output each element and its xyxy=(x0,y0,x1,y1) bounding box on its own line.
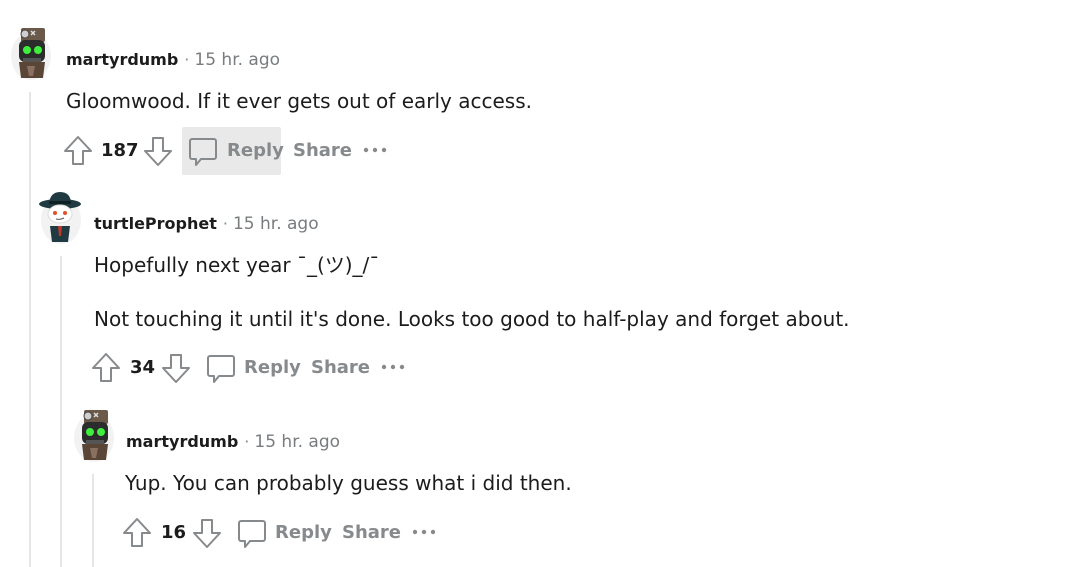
comment-body-paragraph-2: Not touching it until it's done. Looks t… xyxy=(94,307,850,331)
author-name[interactable]: martyrdumb xyxy=(126,432,238,451)
share-button[interactable]: Share xyxy=(293,127,352,175)
comment-actions: 34 Reply Share xyxy=(84,344,444,392)
more-options-button[interactable] xyxy=(379,344,409,392)
downvote-button[interactable] xyxy=(191,509,223,557)
robot-knight-icon xyxy=(11,28,51,80)
comment-meta: martyrdumb · 15 hr. ago xyxy=(66,50,280,70)
reply-button[interactable]: Reply xyxy=(182,127,284,175)
upvote-arrow-icon xyxy=(64,136,92,165)
comment-bubble-icon xyxy=(189,138,217,166)
share-button[interactable]: Share xyxy=(342,509,401,557)
author-name[interactable]: martyrdumb xyxy=(66,50,178,69)
comment-martyrdumb-2: martyrdumb · 15 hr. ago Yup. You can proba… xyxy=(0,400,1078,567)
more-options-button[interactable] xyxy=(410,509,440,557)
upvote-button[interactable] xyxy=(90,344,122,392)
meta-separator: · xyxy=(244,432,250,451)
comment-turtleprophet: turtleProphet · 15 hr. ago Hopefully next … xyxy=(0,180,1078,400)
comment-bubble-icon xyxy=(238,520,266,548)
comment-meta: turtleProphet · 15 hr. ago xyxy=(94,214,319,234)
reply-label: Reply xyxy=(244,357,301,378)
meta-separator: · xyxy=(184,50,190,69)
share-button[interactable]: Share xyxy=(311,344,370,392)
avatar[interactable] xyxy=(72,408,118,464)
ellipsis-icon xyxy=(363,147,387,153)
comment-bubble-icon xyxy=(207,355,235,383)
comment-body: Yup. You can probably guess what i did t… xyxy=(125,471,572,495)
reply-label: Reply xyxy=(227,140,284,161)
upvote-button[interactable] xyxy=(121,509,153,557)
vote-count: 187 xyxy=(101,140,139,161)
hat-snoo-icon xyxy=(39,192,81,244)
comment-actions: 16 Reply Share xyxy=(115,509,475,557)
downvote-button[interactable] xyxy=(142,127,174,175)
comment-meta: martyrdumb · 15 hr. ago xyxy=(126,432,340,452)
upvote-arrow-icon xyxy=(92,353,120,382)
upvote-button[interactable] xyxy=(62,127,94,175)
downvote-arrow-icon xyxy=(144,137,172,166)
comment-actions: 187 Reply Share xyxy=(56,127,416,175)
vote-count: 16 xyxy=(161,522,187,543)
meta-separator: · xyxy=(222,214,228,233)
downvote-button[interactable] xyxy=(160,344,192,392)
avatar[interactable] xyxy=(38,190,84,246)
reply-button[interactable]: Reply xyxy=(231,509,332,557)
downvote-arrow-icon xyxy=(193,519,221,548)
timestamp[interactable]: 15 hr. ago xyxy=(233,214,319,234)
robot-knight-icon xyxy=(74,410,114,462)
reply-label: Reply xyxy=(275,522,332,543)
ellipsis-icon xyxy=(381,364,405,370)
vote-count: 34 xyxy=(130,357,156,378)
upvote-arrow-icon xyxy=(123,518,151,547)
timestamp[interactable]: 15 hr. ago xyxy=(194,50,280,70)
author-name[interactable]: turtleProphet xyxy=(94,214,217,233)
avatar[interactable] xyxy=(9,26,55,82)
more-options-button[interactable] xyxy=(361,127,391,175)
reply-button[interactable]: Reply xyxy=(200,344,301,392)
timestamp[interactable]: 15 hr. ago xyxy=(254,432,340,452)
comment-martyrdumb-1: martyrdumb · 15 hr. ago Gloomwood. If it e… xyxy=(0,0,1078,180)
comment-body: Gloomwood. If it ever gets out of early … xyxy=(66,89,532,113)
downvote-arrow-icon xyxy=(162,354,190,383)
comment-body-paragraph-1: Hopefully next year ¯_(ツ)_/¯ xyxy=(94,253,380,277)
ellipsis-icon xyxy=(412,529,436,535)
